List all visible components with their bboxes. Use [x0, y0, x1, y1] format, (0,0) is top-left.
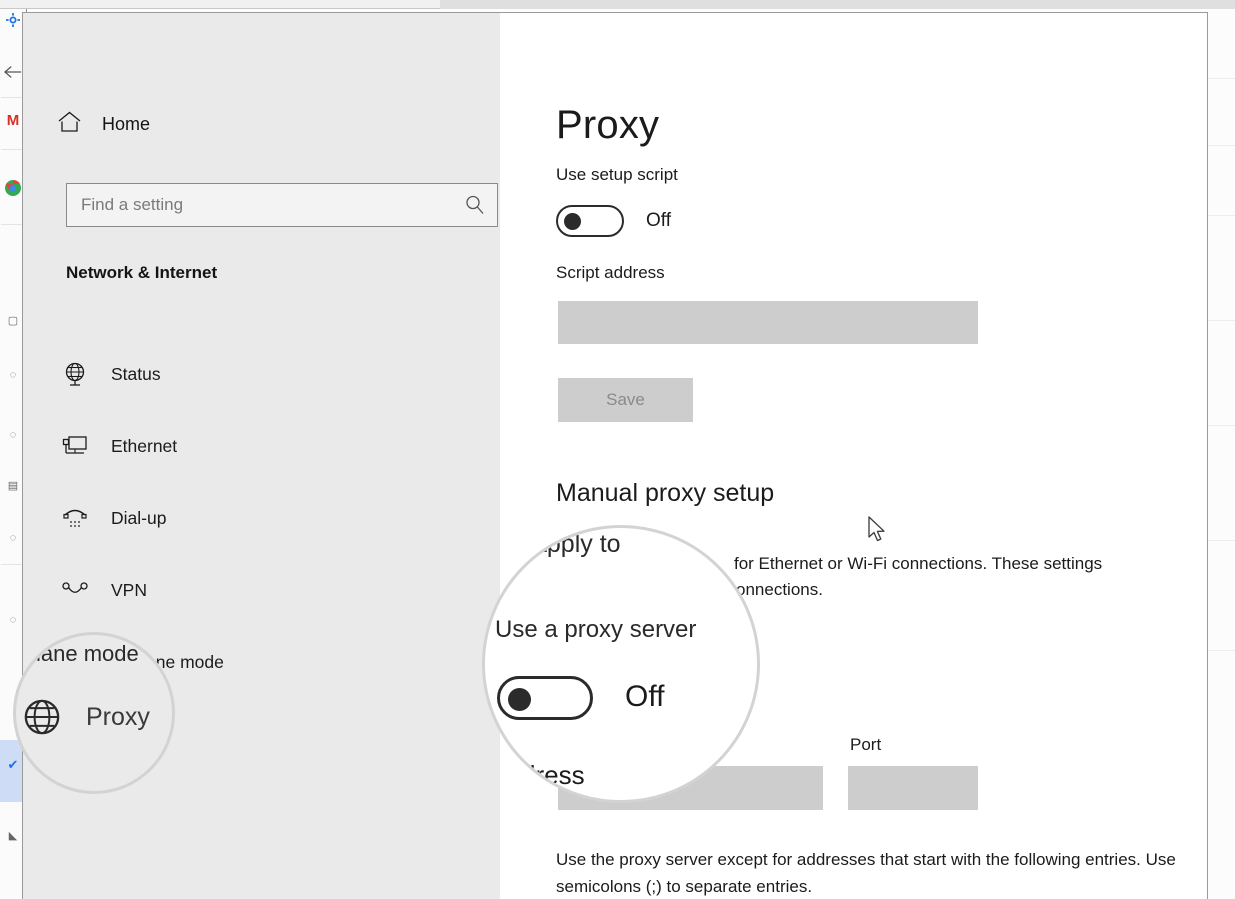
gmail-icon[interactable]: M	[2, 109, 24, 131]
magnifier-use-proxy-server: apply to Use a proxy server Off dress	[482, 525, 760, 803]
rail-item-icon-4[interactable]: ▤	[2, 474, 24, 496]
sidebar-item-home[interactable]: Home	[43, 101, 473, 147]
sidebar-item-dial-up[interactable]: Dial-up	[43, 482, 483, 554]
rail-selected-icon[interactable]: ✔	[2, 754, 24, 776]
rail-item-icon-3[interactable]: ◌	[2, 424, 24, 446]
rail-item-icon-1[interactable]: ▢	[2, 309, 24, 331]
browser-right-edge: ⇨	[1208, 9, 1235, 899]
use-setup-script-toggle-state: Off	[646, 210, 671, 231]
ethernet-icon	[61, 432, 89, 460]
browser-toolbar-strip-right	[440, 0, 1235, 9]
port-label: Port	[850, 735, 882, 754]
port-input[interactable]	[848, 766, 978, 810]
mouse-cursor	[868, 516, 888, 549]
globe-proxy-icon	[22, 697, 62, 737]
search-icon[interactable]	[453, 184, 497, 226]
sidebar-item-vpn-label: VPN	[111, 579, 147, 600]
dialup-phone-icon	[61, 504, 89, 532]
magnifier-use-proxy-state: Off	[625, 680, 665, 713]
home-icon	[57, 110, 82, 139]
use-setup-script-label: Use setup script	[556, 165, 678, 184]
magnifier-top-text: apply to	[533, 530, 621, 558]
page-title: Proxy	[556, 103, 660, 147]
use-setup-script-toggle[interactable]	[556, 205, 624, 237]
magnifier-use-proxy-toggle[interactable]	[497, 676, 593, 720]
sidebar-item-vpn[interactable]: VPN	[43, 554, 483, 626]
toggle-knob	[564, 212, 581, 230]
vpn-icon	[61, 576, 89, 604]
search-input[interactable]	[67, 195, 453, 215]
sidebar-item-ethernet-label: Ethernet	[111, 435, 178, 456]
rail-item-icon-7[interactable]: ◣	[2, 824, 24, 846]
magnifier-proxy-nav: lane mode Proxy	[13, 632, 175, 794]
rail-item-icon-2[interactable]: ◌	[2, 364, 24, 386]
script-address-label: Script address	[556, 263, 665, 282]
sidebar-item-ethernet[interactable]: Ethernet	[43, 410, 483, 482]
script-address-input[interactable]	[558, 301, 978, 344]
screen: M ▢ ◌ ◌ ▤ ◌ ◌ ✔ ◣ ⇨ Sett	[0, 0, 1235, 899]
manual-proxy-description-line2: onnections.	[736, 580, 823, 599]
rail-item-icon-5[interactable]: ◌	[2, 527, 24, 549]
magnifier-use-proxy-title: Use a proxy server	[495, 616, 697, 643]
sidebar-item-status[interactable]: Status	[43, 338, 483, 410]
toggle-knob	[508, 688, 531, 711]
sidebar-item-status-label: Status	[111, 363, 161, 384]
rail-item-icon-6[interactable]: ◌	[2, 609, 24, 631]
sidebar-category-heading: Network & Internet	[66, 263, 218, 282]
magnifier-proxy-label: Proxy	[86, 702, 150, 731]
proxy-exceptions-description: Use the proxy server except for addresse…	[556, 850, 1176, 896]
manual-proxy-setup-heading: Manual proxy setup	[556, 479, 775, 507]
manual-proxy-description-line1: for Ethernet or Wi-Fi connections. These…	[734, 554, 1103, 573]
settings-gear-icon[interactable]	[2, 9, 24, 31]
globe-status-icon	[61, 360, 89, 388]
search-box[interactable]	[66, 183, 498, 227]
magnifier-proxy-item[interactable]: Proxy	[22, 697, 150, 737]
sidebar-item-dial-up-label: Dial-up	[111, 507, 167, 528]
use-setup-script-toggle-row: Off	[556, 205, 671, 237]
back-arrow-icon[interactable]	[2, 61, 24, 83]
chrome-icon[interactable]	[2, 177, 24, 199]
magnifier-above-text: lane mode	[36, 641, 139, 666]
save-button[interactable]: Save	[558, 378, 693, 422]
magnifier-address-partial: dress	[521, 760, 585, 790]
sidebar-item-home-label: Home	[102, 113, 151, 134]
